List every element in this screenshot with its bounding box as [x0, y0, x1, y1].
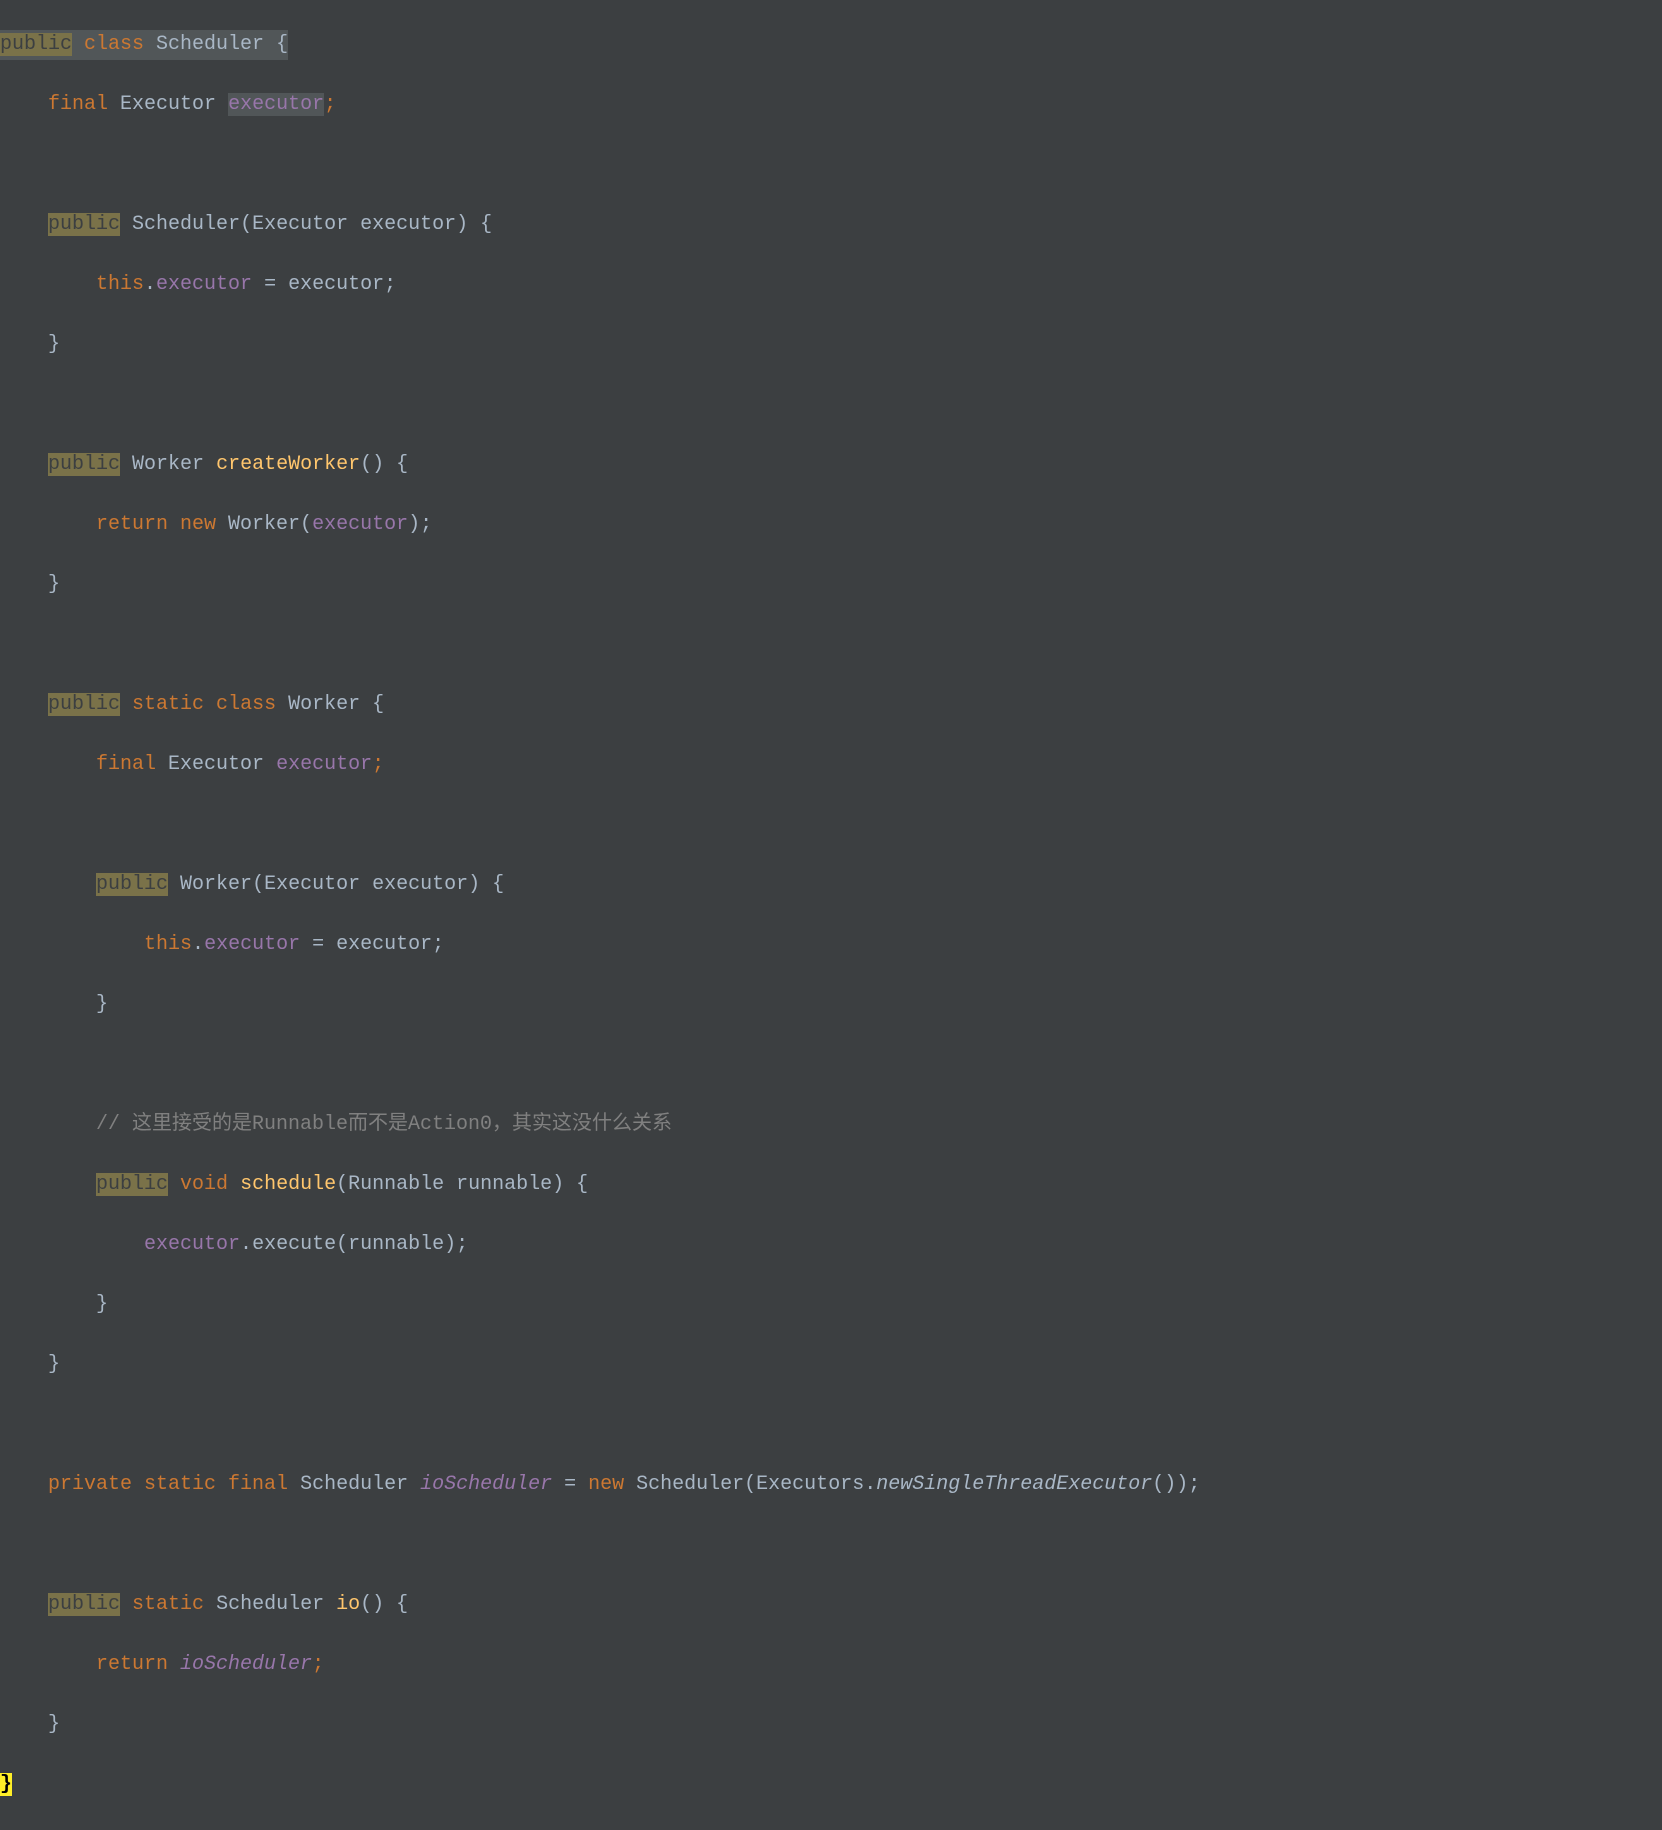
keyword-final: final [96, 753, 168, 776]
keyword-public: public [0, 33, 72, 56]
params: () { [360, 1593, 408, 1616]
blank-line [0, 810, 1662, 840]
params: () { [360, 453, 408, 476]
keyword-static-class: static class [132, 693, 288, 716]
field-executor: executor [276, 753, 372, 776]
assignment: = executor; [300, 933, 444, 956]
code-line: public void schedule(Runnable runnable) … [0, 1170, 1662, 1200]
keyword-static: static [132, 1593, 216, 1616]
type: Executor [168, 753, 276, 776]
method-name: schedule [240, 1173, 336, 1196]
field-ref: executor [204, 933, 300, 956]
keyword-public: public [96, 873, 168, 896]
brace: { [264, 33, 288, 56]
code-line: executor.execute(runnable); [0, 1230, 1662, 1260]
keyword-final: final [48, 93, 120, 116]
keyword-return: return [96, 1653, 180, 1676]
code-line: } [0, 1770, 1662, 1800]
code-line: } [0, 570, 1662, 600]
class-name: Scheduler [156, 33, 264, 56]
blank-line [0, 630, 1662, 660]
code-line: return ioScheduler; [0, 1650, 1662, 1680]
keyword-private-static-final: private static final [48, 1473, 300, 1496]
field-ref: executor [156, 273, 252, 296]
code-line: final Executor executor; [0, 90, 1662, 120]
code-line: public static Scheduler io() { [0, 1590, 1662, 1620]
method-name: createWorker [216, 453, 360, 476]
assignment: = executor; [252, 273, 396, 296]
type: Executor [120, 93, 228, 116]
constructor-name: Worker [180, 873, 252, 896]
code-line: public Worker createWorker() { [0, 450, 1662, 480]
params: (Executor executor) { [240, 213, 492, 236]
end: ()); [1152, 1473, 1200, 1496]
keyword-public: public [48, 453, 120, 476]
code-line: final Executor executor; [0, 750, 1662, 780]
blank-line [0, 390, 1662, 420]
blank-line [0, 150, 1662, 180]
code-line: return new Worker(executor); [0, 510, 1662, 540]
code-line: } [0, 330, 1662, 360]
keyword-public: public [48, 1593, 120, 1616]
method-call: execute [252, 1233, 336, 1256]
keyword-public: public [48, 213, 120, 236]
keyword-this: this [144, 933, 192, 956]
blank-line [0, 1530, 1662, 1560]
brace: } [48, 1353, 60, 1376]
blank-line [0, 1410, 1662, 1440]
code-line: } [0, 1290, 1662, 1320]
keyword-class: class [72, 33, 156, 56]
code-line: // 这里接受的是Runnable而不是Action0，其实这没什么关系 [0, 1110, 1662, 1140]
static-method-call: newSingleThreadExecutor [876, 1473, 1152, 1496]
constructor-call: Worker( [228, 513, 312, 536]
keyword-this: this [96, 273, 144, 296]
keyword-void: void [180, 1173, 240, 1196]
code-line: } [0, 990, 1662, 1020]
brace: } [48, 333, 60, 356]
field-executor: executor [228, 93, 324, 116]
field-ioScheduler: ioScheduler [420, 1473, 552, 1496]
keyword-public: public [48, 693, 120, 716]
semicolon: ; [312, 1653, 324, 1676]
return-type: Worker [132, 453, 216, 476]
params: (Executor executor) { [252, 873, 504, 896]
keyword-new: new [588, 1473, 636, 1496]
matching-brace: } [0, 1773, 12, 1796]
semicolon: ; [324, 93, 336, 116]
brace: } [96, 993, 108, 1016]
brace: } [48, 573, 60, 596]
field-ref: executor [144, 1233, 240, 1256]
code-line: private static final Scheduler ioSchedul… [0, 1470, 1662, 1500]
return-type: Scheduler [216, 1593, 336, 1616]
field-ref: executor [312, 513, 408, 536]
constructor-name: Scheduler [132, 213, 240, 236]
code-line: public Worker(Executor executor) { [0, 870, 1662, 900]
field-ref: ioScheduler [180, 1653, 312, 1676]
code-line: } [0, 1350, 1662, 1380]
keyword-public: public [96, 1173, 168, 1196]
code-line: public static class Worker { [0, 690, 1662, 720]
semicolon: ; [372, 753, 384, 776]
comment: // 这里接受的是Runnable而不是Action0，其实这没什么关系 [96, 1113, 672, 1136]
end: ); [408, 513, 432, 536]
method-name: io [336, 1593, 360, 1616]
params: (runnable); [336, 1233, 468, 1256]
blank-line [0, 1050, 1662, 1080]
code-line: this.executor = executor; [0, 270, 1662, 300]
class-name: Worker { [288, 693, 384, 716]
code-line: } [0, 1710, 1662, 1740]
code-line: public class Scheduler { [0, 30, 1662, 60]
type: Scheduler [300, 1473, 420, 1496]
code-line: public Scheduler(Executor executor) { [0, 210, 1662, 240]
code-editor[interactable]: public class Scheduler { final Executor … [0, 0, 1662, 1830]
brace: } [48, 1713, 60, 1736]
brace: } [96, 1293, 108, 1316]
constructor-call: Scheduler(Executors. [636, 1473, 876, 1496]
code-line: this.executor = executor; [0, 930, 1662, 960]
params: (Runnable runnable) { [336, 1173, 588, 1196]
keyword-return-new: return new [96, 513, 228, 536]
